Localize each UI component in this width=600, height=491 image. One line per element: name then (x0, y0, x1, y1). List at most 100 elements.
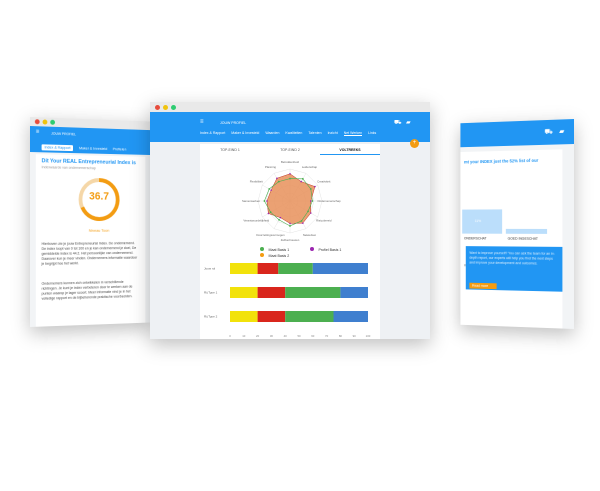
bar-goed (505, 228, 548, 234)
x-tick-label: 10 (242, 334, 246, 338)
nav-inzicht[interactable]: Inzicht (328, 131, 338, 136)
menu-icon[interactable]: ≡ (200, 119, 204, 125)
radar-label: Creativiteit (317, 180, 330, 184)
subtab-top-eind-1[interactable]: TOP-EIND 1 (200, 146, 260, 155)
radar-label: Leiderschap (302, 165, 318, 169)
index-card: Dit Your REAL Entrepreneurial Index is I… (35, 154, 146, 327)
bar-category-label: Jouw rol (204, 267, 216, 271)
radar-point (310, 200, 312, 202)
radar-chart: BetrokkenheidLeiderschap Creativiteit Onde… (242, 160, 341, 242)
radar-point (300, 180, 302, 183)
chat-icon[interactable]: ▰ (559, 127, 564, 135)
main-window: ≡ JOUW PROFIEL ⛟ ▰ Index & Rapport Maker… (150, 102, 430, 339)
stacked-bar-segment (230, 287, 258, 298)
radar-label: Samenwerken (242, 199, 260, 203)
label-onderschat: ONDERSCHAT (463, 236, 487, 241)
subtab-top-eind-2[interactable]: TOP-EIND 2 (260, 146, 320, 155)
radar-point (309, 188, 312, 190)
result-card: mt your INDEX just the 52% list of our 1… (460, 149, 563, 329)
stacked-bar-segment (340, 287, 368, 298)
stacked-bar-segment (257, 311, 286, 322)
score-label: Niveau Toon (88, 227, 110, 233)
paragraph-1: Hierboven zie je jouw Entrepreneurial In… (41, 241, 138, 266)
radar-point (277, 180, 280, 183)
score-value: 36.7 (89, 190, 109, 203)
stacked-bar-chart: Jouw rol Rij Type 1 Rij Type 2 0 10 20 30 40 50 6… (204, 263, 371, 338)
tab-index[interactable]: Index & Rapport (41, 143, 74, 151)
close-dot[interactable] (34, 119, 40, 125)
legend-item-3: Profiel Basis 1 (318, 248, 342, 252)
stacked-bar-segment (312, 263, 368, 274)
read-more-button[interactable]: Read more (469, 282, 497, 290)
nav-waarden[interactable]: Waarden (265, 131, 279, 136)
x-tick-label: 20 (256, 334, 260, 338)
stacked-bar-segment (230, 263, 258, 274)
radar-point (276, 177, 278, 180)
menu-icon[interactable]: ≡ (36, 129, 39, 135)
radar-label: Verantwoordelijkheid (243, 219, 269, 223)
stacked-bar-segment (285, 287, 341, 298)
app-bar: ≡ JOUW PROFIEL ⛟ ▰ Index & Rapport Maker… (150, 112, 430, 142)
close-dot[interactable] (155, 104, 160, 110)
bar-onderschat (462, 209, 503, 234)
radar-point (266, 200, 268, 202)
app-bar: ⛟ ▰ (460, 119, 574, 148)
read-more-label: Read more (472, 283, 489, 288)
plus-icon[interactable]: + (410, 139, 419, 148)
stacked-bar-segment (278, 263, 313, 274)
bar-onderschat-value: 11% (474, 219, 482, 224)
nav-net-werken[interactable]: Net Werken (343, 131, 363, 136)
radar-point (289, 222, 291, 225)
x-tick-label: 30 (270, 334, 274, 338)
x-tick-label: 90 (353, 334, 357, 338)
bar-category-label: Rij Type 1 (204, 291, 218, 295)
radar-label: Doorzettingsvermogen (256, 233, 285, 237)
x-tick-label: 40 (284, 334, 288, 338)
maximize-dot[interactable] (50, 119, 56, 125)
left-window: ≡ JOUW PROFIEL Index & Rapport Maker & I… (30, 117, 151, 327)
radar-point (279, 216, 282, 219)
stacked-bar-segment (333, 311, 368, 322)
radar-point (269, 211, 272, 214)
tab-profielen[interactable]: Profielen (113, 147, 127, 151)
radar-point (311, 200, 314, 202)
minimize-dot[interactable] (163, 104, 168, 110)
minimize-dot[interactable] (42, 119, 48, 125)
radar-point (278, 218, 281, 221)
bar-category-label: Rij Type 2 (204, 315, 218, 319)
result-title: mt your INDEX just the 52% list of our (463, 157, 539, 165)
radar-label: Planning (265, 165, 276, 169)
nav-talenten[interactable]: Talenten (308, 131, 321, 136)
tab-maker[interactable]: Maker & Investeld (79, 146, 107, 151)
radar-point (307, 210, 309, 213)
radar-label: Risicobereid (316, 219, 332, 223)
radar-label: Netwerken (303, 233, 317, 237)
cart-icon[interactable]: ⛟ (544, 128, 552, 137)
nav-links[interactable]: Links (368, 131, 376, 136)
radar-area (266, 173, 316, 224)
radar-point (289, 225, 291, 227)
cart-icon[interactable]: ⛟ (394, 119, 402, 127)
subtab-voltreeks[interactable]: VOLTREEKS (320, 146, 380, 155)
legend-dot-purple (310, 247, 314, 251)
x-tick-label: 0 (229, 334, 231, 338)
radar-label: Ondernemerschap (317, 199, 341, 203)
right-window: ⛟ ▰ + mt your INDEX just the 52% list of… (460, 119, 574, 329)
results-card: TOP-EIND 1 TOP-EIND 2 VOLTREEKS Betrokke… (200, 144, 380, 339)
nav-kwaliteiten[interactable]: Kwaliteiten (285, 131, 302, 136)
window-controls (150, 102, 430, 112)
x-tick-label: 70 (325, 334, 329, 338)
radar-point (314, 185, 316, 188)
chat-icon[interactable]: ▰ (406, 119, 411, 126)
radar-point (289, 177, 291, 180)
radar-label: Betrokkenheid (281, 160, 299, 164)
radar-point (309, 212, 312, 214)
radar-point (268, 188, 271, 190)
stacked-bar-segment (285, 311, 334, 322)
nav-index[interactable]: Index & Rapport (200, 131, 225, 136)
nav-maker[interactable]: Maker & Investeld (231, 131, 259, 136)
radar-point (270, 189, 272, 191)
stacked-bar-segment (257, 263, 279, 274)
stacked-bar-segment (257, 287, 286, 298)
maximize-dot[interactable] (171, 104, 176, 110)
